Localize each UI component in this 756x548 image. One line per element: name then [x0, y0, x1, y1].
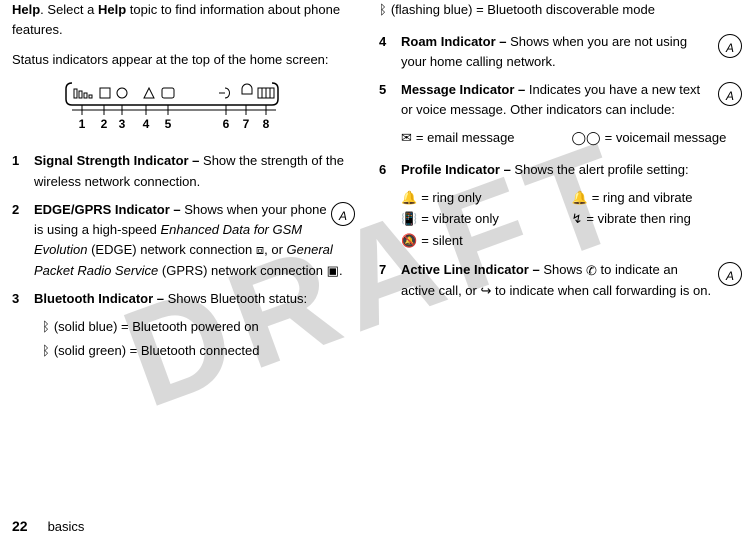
- svg-text:2: 2: [101, 117, 108, 131]
- item-3: 3 Bluetooth Indicator – Shows Bluetooth …: [12, 289, 355, 309]
- vibrate-icon: 📳: [401, 209, 417, 229]
- profile-row-1: 🔔 = ring only 🔔 = ring and vibrate: [401, 188, 742, 208]
- gprs-icon: ▣: [327, 261, 339, 281]
- svg-text:5: 5: [165, 117, 172, 131]
- feature-badge-icon: [718, 82, 742, 106]
- item-6: 6 Profile Indicator – Shows the alert pr…: [379, 160, 742, 180]
- svg-text:8: 8: [263, 117, 270, 131]
- bluetooth-icon: ᛒ: [42, 341, 50, 361]
- item-1: 1 Signal Strength Indicator – Show the s…: [12, 151, 355, 191]
- item-2: 2 EDGE/GPRS Indicator – Shows when your …: [12, 200, 355, 282]
- bluetooth-icon: ᛒ: [42, 317, 50, 337]
- bluetooth-icon: ᛒ: [379, 0, 387, 20]
- profile-row-2: 📳 = vibrate only ↯ = vibrate then ring: [401, 209, 742, 229]
- feature-badge-icon: [331, 202, 355, 226]
- edge-icon: ⧈: [256, 240, 264, 260]
- status-bar-diagram: 12345 678: [42, 80, 302, 143]
- item-4: 4 Roam Indicator – Shows when you are no…: [379, 32, 742, 72]
- svg-text:4: 4: [143, 117, 150, 131]
- page-number: 22: [12, 518, 28, 534]
- section-name: basics: [48, 519, 85, 534]
- svg-text:6: 6: [223, 117, 230, 131]
- ring-icon: 🔔: [401, 188, 417, 208]
- silent-icon: 🔕: [401, 231, 417, 251]
- vibrate-ring-icon: ↯: [572, 209, 583, 229]
- bt-status-3: ᛒ (flashing blue) = Bluetooth discoverab…: [379, 0, 742, 20]
- bt-status-2: ᛒ (solid green) = Bluetooth connected: [42, 341, 355, 361]
- svg-text:1: 1: [79, 117, 86, 131]
- item-7: 7 Active Line Indicator – Shows ✆ to ind…: [379, 260, 742, 301]
- help-intro: Help. Select a Help topic to find inform…: [12, 0, 355, 40]
- bt-status-1: ᛒ (solid blue) = Bluetooth powered on: [42, 317, 355, 337]
- profile-row-3: 🔕 = silent: [401, 231, 742, 251]
- svg-text:3: 3: [119, 117, 126, 131]
- msg-indicators: ✉ = email message ◯◯ = voicemail message: [401, 128, 742, 148]
- call-forward-icon: ↪: [480, 281, 491, 301]
- svg-text:7: 7: [243, 117, 250, 131]
- voicemail-icon: ◯◯: [572, 128, 601, 148]
- status-intro: Status indicators appear at the top of t…: [12, 50, 355, 70]
- help-bold1: Help: [12, 2, 40, 17]
- right-column: ᛒ (flashing blue) = Bluetooth discoverab…: [373, 0, 746, 364]
- feature-badge-icon: [718, 262, 742, 286]
- left-column: Help. Select a Help topic to find inform…: [0, 0, 373, 364]
- feature-badge-icon: [718, 34, 742, 58]
- page-footer: 22 basics: [12, 518, 84, 534]
- help-bold2: Help: [98, 2, 126, 17]
- item-5: 5 Message Indicator – Indicates you have…: [379, 80, 742, 120]
- email-icon: ✉: [401, 128, 412, 148]
- active-call-icon: ✆: [586, 261, 597, 281]
- ring-vibrate-icon: 🔔: [572, 188, 588, 208]
